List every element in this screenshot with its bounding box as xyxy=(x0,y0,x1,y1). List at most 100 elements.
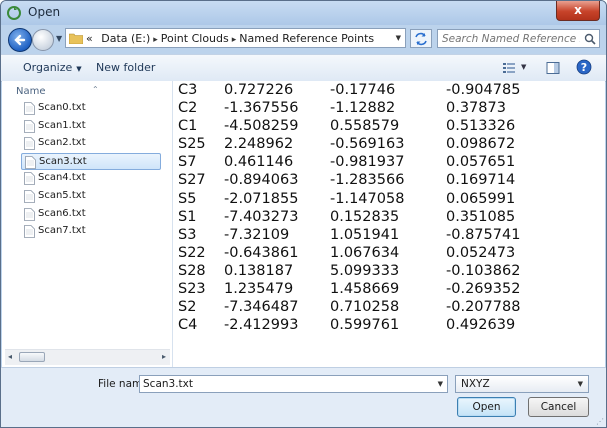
z-value: 0.065991 xyxy=(446,190,516,207)
file-name: Scan7.txt xyxy=(38,225,86,237)
point-label: S28 xyxy=(178,262,206,279)
navigation-bar: ▼ « Data (E:) ▸ Point Clouds ▸ Named Referen… xyxy=(1,25,606,53)
close-button[interactable]: x xyxy=(556,1,600,21)
text-file-icon xyxy=(24,225,35,239)
cancel-button[interactable]: Cancel xyxy=(528,397,589,417)
z-value: 0.098672 xyxy=(446,136,516,153)
point-label: S22 xyxy=(178,244,206,261)
point-label: S1 xyxy=(178,208,197,225)
y-value: 0.710258 xyxy=(330,299,400,316)
z-value: 0.492639 xyxy=(446,317,516,334)
file-item[interactable]: Scan2.txt xyxy=(21,135,161,152)
file-item[interactable]: Scan0.txt xyxy=(21,100,161,117)
horizontal-scrollbar[interactable]: ◂ ▸ xyxy=(5,349,170,365)
x-value: -2.412993 xyxy=(224,317,299,334)
scroll-right-icon[interactable]: ▸ xyxy=(162,352,166,361)
recent-pages-dropdown[interactable]: ▼ xyxy=(56,34,62,43)
y-value: 0.558579 xyxy=(330,118,400,135)
address-dropdown-icon[interactable]: ▼ xyxy=(396,34,401,42)
file-browser: Name ⌃ Scan0.txt Scan1.txt Scan2.txt Scan3.… xyxy=(2,81,605,367)
breadcrumb-item-drive[interactable]: Data (E:) xyxy=(101,32,150,45)
x-value: -0.894063 xyxy=(224,172,299,189)
y-value: -0.17746 xyxy=(330,82,396,98)
window-title: Open xyxy=(28,5,61,19)
text-file-icon xyxy=(24,102,35,115)
open-dialog: Open x ▼ « Data (E:) ▸ Point Clouds ▸ Named … xyxy=(0,0,607,428)
z-value: -0.103862 xyxy=(446,262,521,279)
file-item[interactable]: Scan5.txt xyxy=(21,188,161,205)
breadcrumb-item-named-reference-points[interactable]: Named Reference Points xyxy=(239,32,374,45)
scrollbar-thumb[interactable] xyxy=(19,352,45,362)
x-value: 0.727226 xyxy=(224,82,294,98)
y-value: 1.067634 xyxy=(330,244,400,261)
search-icon[interactable] xyxy=(584,33,596,45)
name-column-header[interactable]: Name ⌃ xyxy=(16,85,99,97)
y-value: 0.152835 xyxy=(330,208,400,225)
text-file-icon xyxy=(24,190,35,203)
point-label: S27 xyxy=(178,172,206,189)
x-value: 0.461146 xyxy=(224,154,294,171)
text-file-icon xyxy=(24,119,35,133)
preview-pane-button[interactable] xyxy=(546,60,560,79)
z-value: -0.269352 xyxy=(446,281,521,298)
back-button[interactable] xyxy=(8,28,32,52)
open-button[interactable]: Open xyxy=(457,397,516,417)
point-label: C1 xyxy=(178,118,198,135)
file-name-input[interactable] xyxy=(143,377,428,391)
file-item[interactable]: Scan7.txt xyxy=(21,223,161,240)
file-item[interactable]: Scan1.txt xyxy=(21,118,161,135)
organize-menu[interactable]: Organize ▼ xyxy=(23,61,82,74)
x-value: -2.071855 xyxy=(224,190,299,207)
file-selection-panel: File name: ▼ NXYZ ▼ Open Cancel ⋰ xyxy=(1,367,606,427)
search-input[interactable] xyxy=(442,31,580,46)
point-label: C3 xyxy=(178,82,198,98)
x-value: -0.643861 xyxy=(224,244,299,261)
y-value: 1.051941 xyxy=(330,226,400,243)
file-name: Scan4.txt xyxy=(38,172,86,184)
y-value: -0.981937 xyxy=(330,154,405,171)
z-value: 0.052473 xyxy=(446,244,516,261)
breadcrumb-chevron-icon[interactable]: ▸ xyxy=(232,35,237,45)
x-value: -1.367556 xyxy=(224,100,299,117)
change-view-button[interactable] xyxy=(502,60,516,79)
z-value: 0.169714 xyxy=(446,172,516,189)
refresh-button[interactable] xyxy=(410,29,432,48)
x-value: 2.248962 xyxy=(224,136,294,153)
chevron-down-icon: ▼ xyxy=(577,380,583,388)
scroll-left-icon[interactable]: ◂ xyxy=(8,352,12,361)
file-name-dropdown-icon[interactable]: ▼ xyxy=(438,380,443,388)
help-button[interactable]: ? xyxy=(576,59,592,79)
view-list-icon xyxy=(503,63,515,73)
x-value: -7.346487 xyxy=(224,299,299,316)
search-box[interactable] xyxy=(437,29,600,48)
file-name-combobox[interactable]: ▼ xyxy=(139,375,448,393)
z-value: 0.37873 xyxy=(446,100,506,117)
breadcrumb-item-point-clouds[interactable]: Point Clouds xyxy=(161,32,229,45)
title-bar[interactable]: Open x xyxy=(1,1,606,25)
resize-grip-icon[interactable]: ⋰ xyxy=(596,417,604,426)
file-item[interactable]: Scan4.txt xyxy=(21,170,161,187)
breadcrumb-chevron-icon[interactable]: ▸ xyxy=(153,35,158,45)
z-value: -0.207788 xyxy=(446,299,521,316)
new-folder-button[interactable]: New folder xyxy=(96,61,155,74)
x-value: -4.508259 xyxy=(224,118,299,135)
file-item[interactable]: Scan3.txt xyxy=(21,152,161,170)
open-dialog-icon xyxy=(7,6,21,20)
x-value: -7.403273 xyxy=(224,208,299,225)
point-label: S7 xyxy=(178,154,197,171)
file-type-select[interactable]: NXYZ ▼ xyxy=(455,375,589,393)
address-bar[interactable]: « Data (E:) ▸ Point Clouds ▸ Named Reference… xyxy=(65,28,406,48)
file-item[interactable]: Scan6.txt xyxy=(21,206,161,223)
point-label: S25 xyxy=(178,136,206,153)
back-arrow-icon xyxy=(14,34,26,46)
z-value: 0.351085 xyxy=(446,208,516,225)
file-name: Scan6.txt xyxy=(38,207,86,219)
breadcrumb-overflow[interactable]: « xyxy=(86,32,93,45)
point-label: C2 xyxy=(178,100,198,117)
point-label: S2 xyxy=(178,299,197,316)
x-value: 1.235479 xyxy=(224,281,294,298)
y-value: -0.569163 xyxy=(330,136,405,153)
view-options-dropdown-icon[interactable]: ▼ xyxy=(521,63,526,71)
file-list[interactable]: Name ⌃ Scan0.txt Scan1.txt Scan2.txt Scan3.… xyxy=(2,81,173,367)
forward-button[interactable] xyxy=(32,29,54,51)
